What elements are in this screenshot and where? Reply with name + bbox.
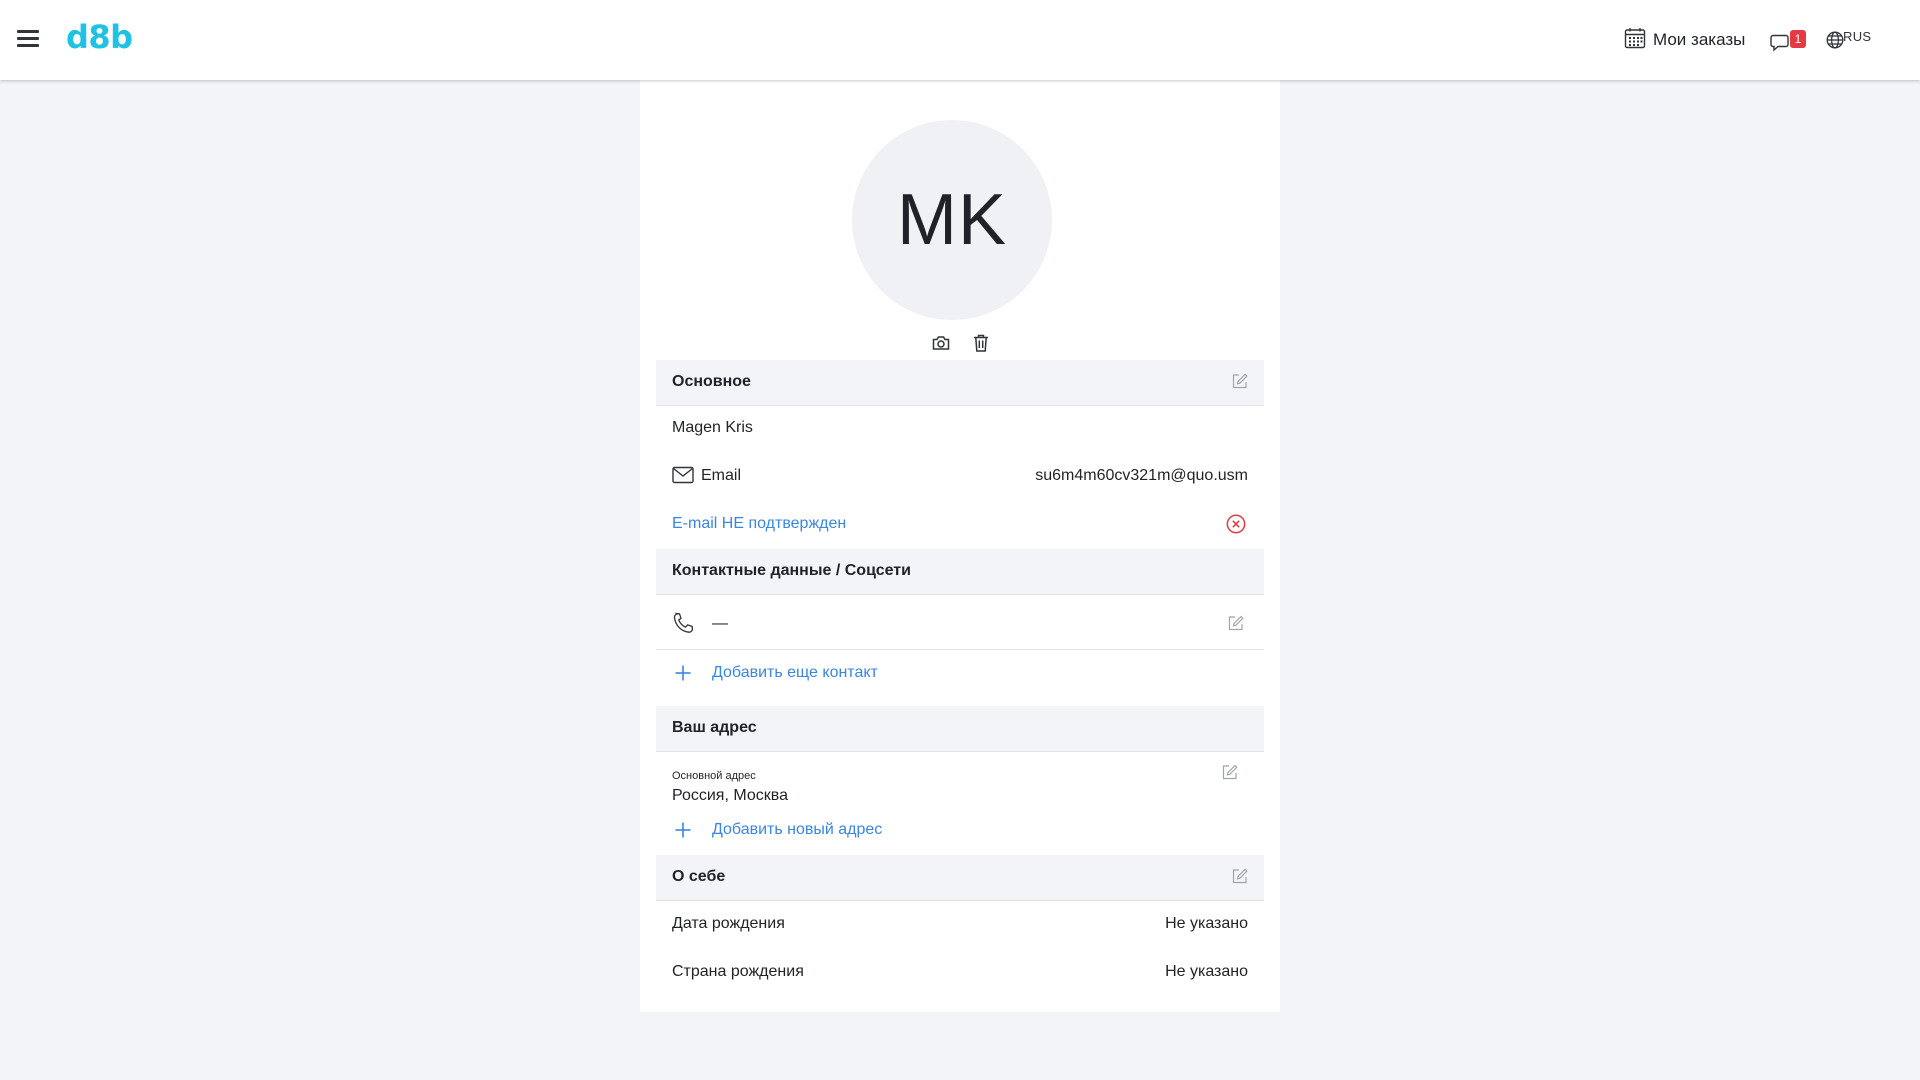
chat-badge: 1 (1790, 30, 1806, 48)
section-contacts: Контактные данные / Соцсети (656, 549, 1264, 595)
edit-icon[interactable] (1228, 615, 1244, 636)
menu-icon[interactable] (17, 30, 39, 50)
chat-button[interactable]: 1 (1770, 30, 1806, 52)
language-switcher[interactable]: RUS (1826, 29, 1872, 49)
trash-icon[interactable] (970, 332, 992, 354)
phone-icon (672, 612, 694, 639)
section-basic: Основное (656, 360, 1264, 406)
birth-date-value: Не указано (1165, 915, 1248, 932)
section-contacts-title: Контактные данные / Соцсети (672, 562, 911, 579)
language-code: RUS (1843, 29, 1872, 44)
avatar-actions (930, 332, 992, 354)
avatar-initials: MK (897, 180, 1007, 260)
birth-country-row: Страна рождения Не указано (672, 963, 1248, 981)
email-status-row: E-mail НЕ подтвержден (672, 514, 1248, 534)
edit-icon[interactable] (1222, 764, 1238, 785)
globe-icon (1826, 31, 1844, 54)
phone-value: — (712, 615, 728, 632)
birth-country-label: Страна рождения (672, 963, 804, 980)
section-address-title: Ваш адрес (672, 719, 757, 736)
birth-date-row: Дата рождения Не указано (672, 915, 1248, 933)
birth-date-label: Дата рождения (672, 915, 785, 932)
mail-icon (672, 466, 694, 489)
add-contact-link[interactable]: Добавить еще контакт (712, 664, 878, 682)
email-value: su6m4m60cv321m@quo.usm (1035, 467, 1248, 484)
birth-country-value: Не указано (1165, 963, 1248, 980)
section-about-title: О себе (672, 868, 726, 885)
error-circle-icon (1226, 514, 1246, 539)
avatar[interactable]: MK (852, 120, 1052, 320)
email-verify-link[interactable]: E-mail НЕ подтвержден (672, 515, 846, 532)
edit-icon[interactable] (1232, 373, 1250, 391)
plus-icon (674, 821, 692, 844)
main-address-label: Основной адрес (672, 770, 756, 782)
my-orders-label: Мои заказы (1653, 30, 1746, 49)
add-address-link[interactable]: Добавить новый адрес (712, 821, 882, 839)
divider (656, 649, 1264, 650)
plus-icon (674, 664, 692, 687)
camera-icon[interactable] (930, 332, 952, 354)
full-name: Magen Kris (672, 419, 753, 436)
section-about: О себе (656, 855, 1264, 901)
top-header: d8b Мои заказы 1 RUS (0, 0, 1920, 80)
section-address: Ваш адрес (656, 706, 1264, 752)
profile-card: MK Основное Magen Kris Email su6m4m60cv3… (640, 80, 1280, 1012)
my-orders-link[interactable]: Мои заказы (1624, 27, 1746, 54)
calendar-icon (1624, 27, 1646, 54)
main-address-value: Россия, Москва (672, 787, 788, 804)
section-basic-title: Основное (672, 373, 751, 390)
email-label: Email (701, 467, 742, 484)
logo[interactable]: d8b (66, 18, 133, 56)
edit-icon[interactable] (1232, 868, 1250, 886)
chat-icon (1770, 33, 1792, 57)
